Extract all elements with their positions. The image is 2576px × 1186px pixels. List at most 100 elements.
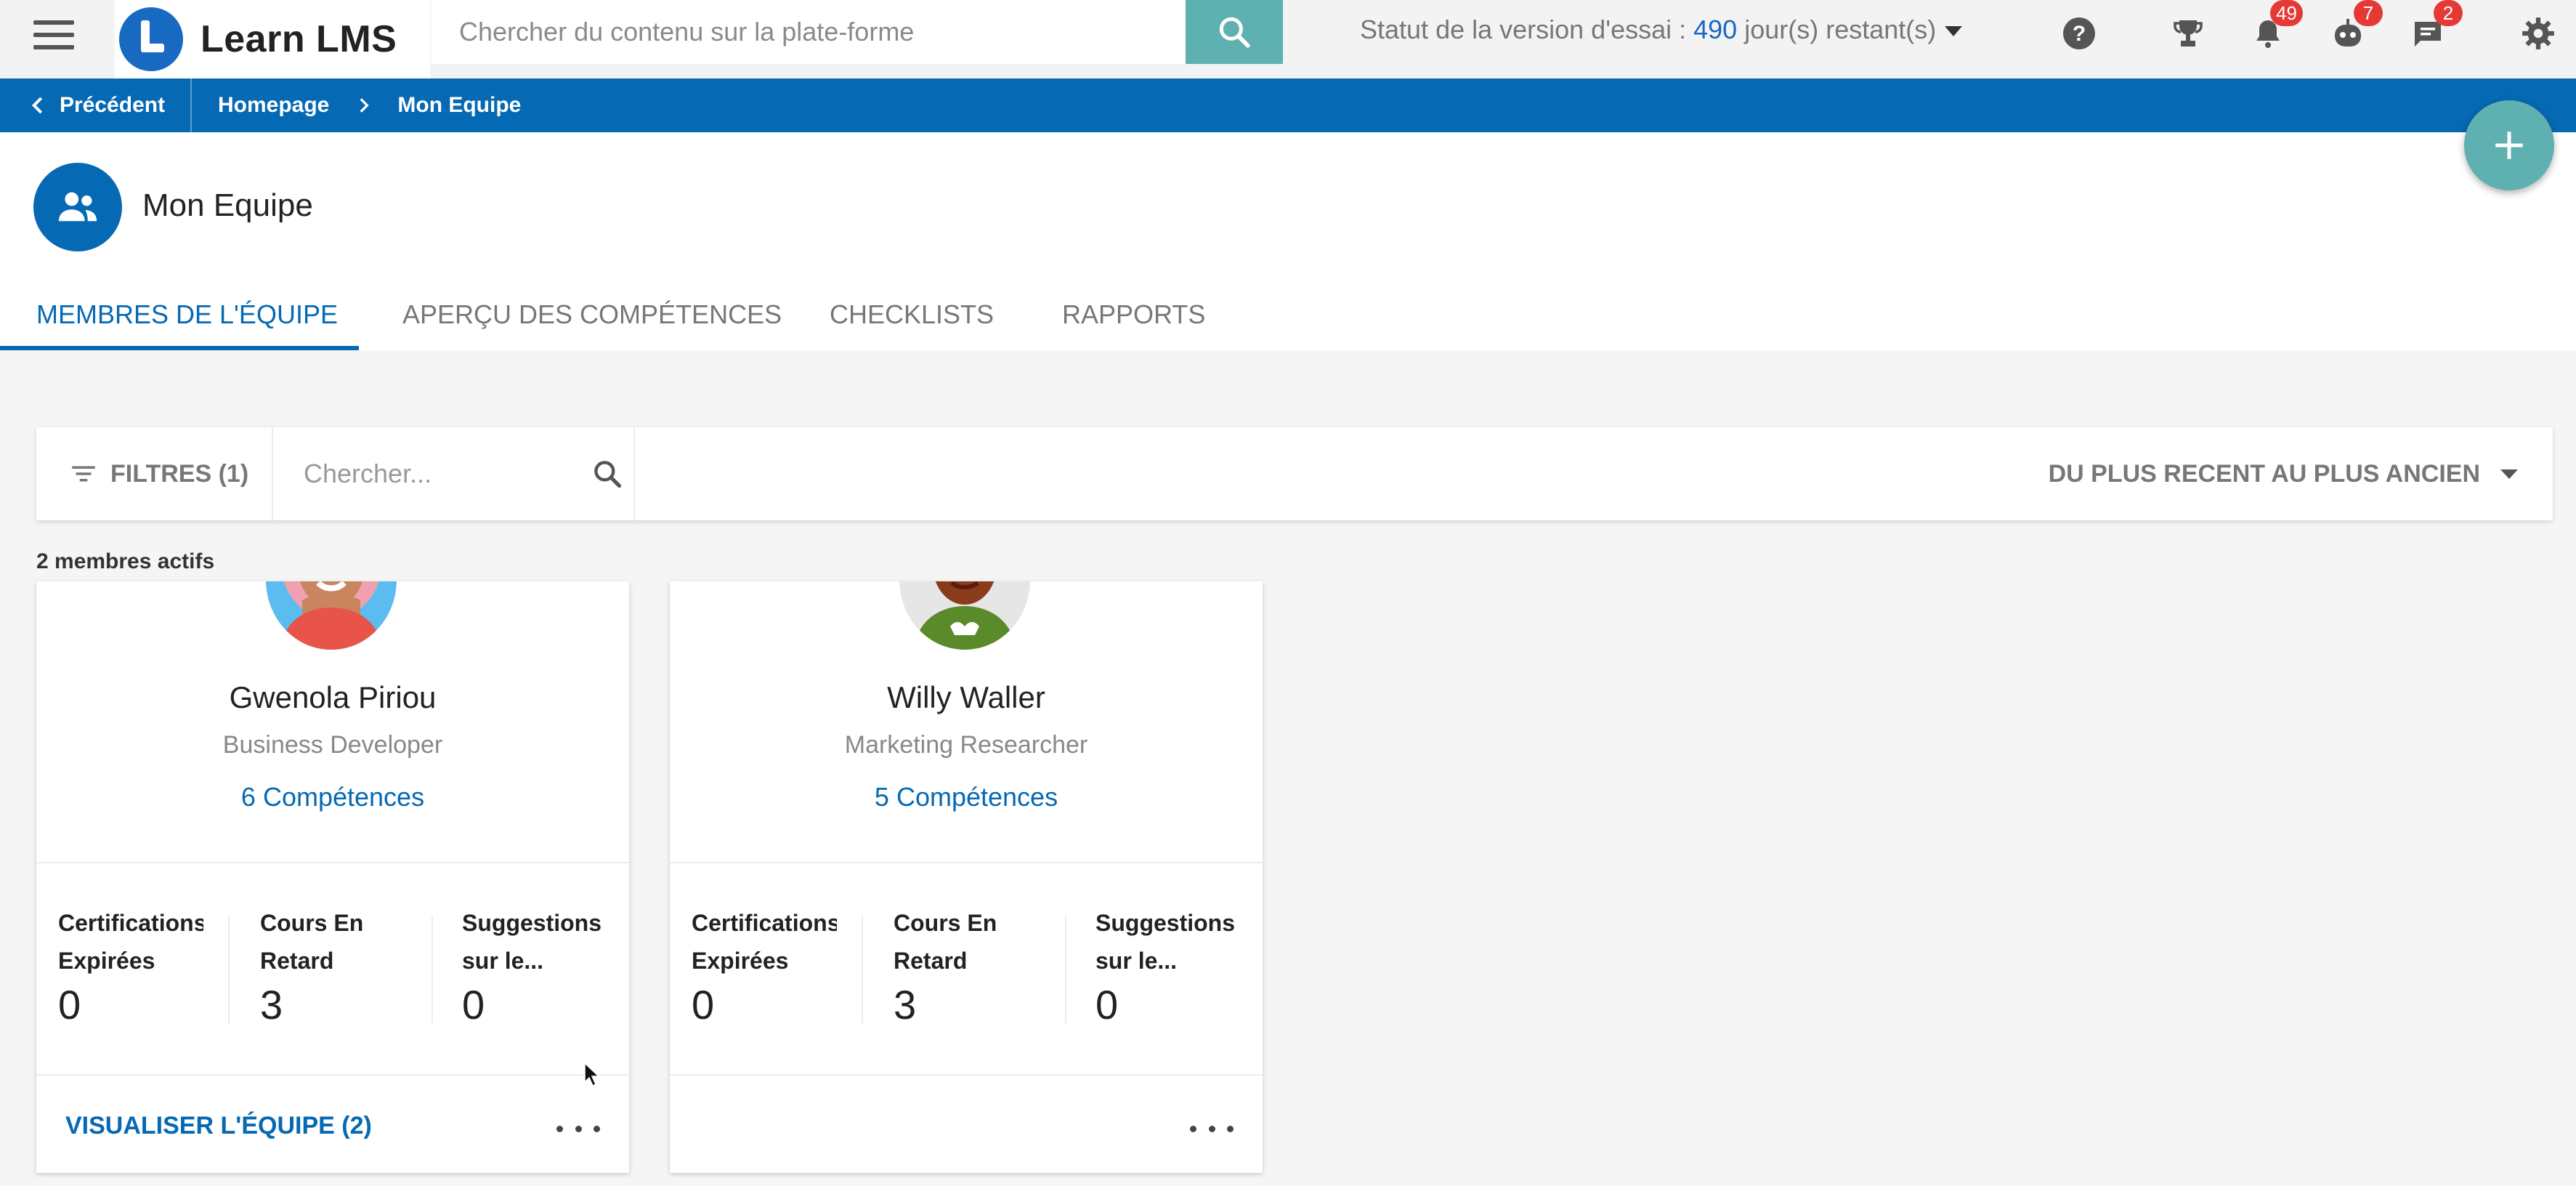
stat-value: 0 [58, 982, 81, 1028]
divider [228, 916, 230, 1023]
active-tab-indicator [0, 346, 359, 350]
member-card: Gwenola Piriou Business Developer 6 Comp… [36, 581, 629, 1173]
help-icon: ? [2063, 17, 2095, 49]
tab-team-members[interactable]: MEMBRES DE L'ÉQUIPE [36, 299, 338, 330]
search-icon[interactable] [591, 458, 623, 490]
app-name: Learn LMS [201, 18, 397, 60]
add-button[interactable] [2464, 100, 2554, 190]
competences-link[interactable]: 6 Compétences [36, 782, 629, 812]
team-icon [33, 163, 122, 251]
stat-value: 0 [1095, 982, 1119, 1028]
stat-value: 0 [462, 982, 485, 1028]
stat-value: 0 [692, 982, 715, 1028]
stat-label: sur le... [462, 948, 544, 974]
filter-bar: FILTRES (1) DU PLUS RECENT AU PLUS ANCIE… [36, 427, 2553, 520]
avatar[interactable] [266, 581, 397, 650]
breadcrumb-item-current: Mon Equipe [397, 93, 522, 117]
messages-button[interactable]: 2 [2406, 0, 2463, 55]
tab-checklists[interactable]: CHECKLISTS [830, 299, 994, 330]
stat-label: Cours En [894, 910, 997, 936]
app-logo[interactable]: Learn LMS [115, 0, 430, 78]
trial-label: Statut de la version d'essai : [1360, 15, 1687, 44]
bot-button[interactable]: 7 [2326, 0, 2383, 55]
stat-label: Cours En [260, 910, 364, 936]
members-count: 2 membres actifs [36, 549, 215, 573]
page-title: Mon Equipe [142, 187, 313, 223]
trial-status[interactable]: Statut de la version d'essai : 490 jour(… [1360, 15, 1963, 45]
filters-label: FILTRES (1) [110, 459, 249, 488]
stat-late-courses: Cours En Retard 3 [894, 904, 1085, 1035]
global-search-button[interactable] [1186, 0, 1283, 64]
stat-label: Retard [260, 948, 334, 974]
divider [670, 1074, 1263, 1076]
back-label: Précédent [60, 93, 166, 117]
member-role: Marketing Researcher [844, 731, 1088, 759]
tab-skills-overview[interactable]: APERÇU DES COMPÉTENCES [402, 299, 782, 330]
trial-days: 490 [1693, 15, 1738, 44]
gear-icon [2522, 17, 2554, 49]
global-search-input[interactable] [432, 0, 1187, 64]
member-card: Willy Waller Marketing Researcher 5 Comp… [670, 581, 1263, 1173]
stat-late-courses: Cours En Retard 3 [260, 904, 452, 1035]
bot-badge: 7 [2354, 0, 2383, 26]
competences-link[interactable]: 5 Compétences [670, 782, 1263, 812]
stat-label: Expirées [58, 948, 155, 974]
stat-expired-certifications: Certifications Expirées 0 [692, 904, 883, 1035]
caret-down-icon [1945, 26, 1963, 37]
notifications-button[interactable]: 49 [2246, 0, 2303, 55]
more-options-icon[interactable] [556, 1118, 600, 1139]
stat-value: 3 [260, 982, 283, 1028]
trial-suffix: jour(s) restant(s) [1744, 15, 1937, 44]
stat-label: Suggestions [462, 910, 602, 936]
top-bar: Learn LMS Statut de la version d'essai :… [0, 0, 2576, 78]
member-role: Business Developer [222, 731, 443, 759]
notifications-badge: 49 [2270, 0, 2303, 26]
messages-badge: 2 [2434, 0, 2463, 26]
achievements-button[interactable] [2166, 12, 2210, 55]
stat-expired-certifications: Certifications Expirées 0 [58, 904, 250, 1035]
filters-button[interactable]: FILTRES (1) [36, 427, 273, 520]
member-search-input[interactable] [304, 452, 580, 496]
stat-label: Expirées [692, 948, 789, 974]
sort-label: DU PLUS RECENT AU PLUS ANCIEN [2048, 459, 2480, 488]
member-search [275, 427, 635, 520]
back-button[interactable]: Précédent [28, 78, 165, 132]
logo-icon [119, 7, 183, 71]
chevron-left-icon [31, 97, 43, 114]
stat-value: 3 [894, 982, 917, 1028]
mouse-cursor-icon [584, 1062, 600, 1087]
member-name[interactable]: Willy Waller [670, 680, 1263, 715]
more-options-icon[interactable] [1190, 1118, 1234, 1139]
settings-button[interactable] [2516, 12, 2560, 55]
stat-label: sur le... [1095, 948, 1178, 974]
plus-icon [2495, 132, 2523, 159]
divider [36, 1074, 629, 1076]
page-header: Mon Equipe MEMBRES DE L'ÉQUIPE APERÇU DE… [0, 132, 2576, 350]
tab-reports[interactable]: RAPPORTS [1062, 299, 1205, 330]
divider [432, 916, 433, 1023]
breadcrumb-bar: Précédent Homepage Mon Equipe [0, 78, 2576, 132]
breadcrumb: Homepage Mon Equipe [218, 78, 521, 132]
breadcrumb-item-homepage[interactable]: Homepage [218, 93, 329, 118]
divider [36, 862, 629, 863]
member-name[interactable]: Gwenola Piriou [36, 680, 629, 715]
trophy-icon [2174, 20, 2203, 47]
filter-icon [72, 466, 95, 482]
divider [670, 862, 1263, 863]
search-icon [1219, 17, 1250, 48]
stat-suggestions: Suggestions sur le... 0 [462, 904, 629, 1035]
stat-label: Suggestions [1095, 910, 1236, 936]
avatar[interactable] [899, 581, 1030, 650]
divider [1065, 916, 1066, 1023]
menu-icon[interactable] [33, 20, 74, 58]
stat-label: Certifications [58, 910, 203, 936]
view-team-link[interactable]: VISUALISER L'ÉQUIPE (2) [65, 1112, 372, 1140]
help-button[interactable]: ? [2057, 12, 2101, 55]
stat-suggestions: Suggestions sur le... 0 [1095, 904, 1263, 1035]
svg-text:?: ? [2073, 22, 2086, 46]
chevron-right-icon [360, 98, 370, 113]
divider [190, 78, 192, 132]
stat-label: Retard [894, 948, 968, 974]
sort-dropdown[interactable]: DU PLUS RECENT AU PLUS ANCIEN [2049, 427, 2518, 520]
caret-down-icon [2500, 469, 2518, 479]
